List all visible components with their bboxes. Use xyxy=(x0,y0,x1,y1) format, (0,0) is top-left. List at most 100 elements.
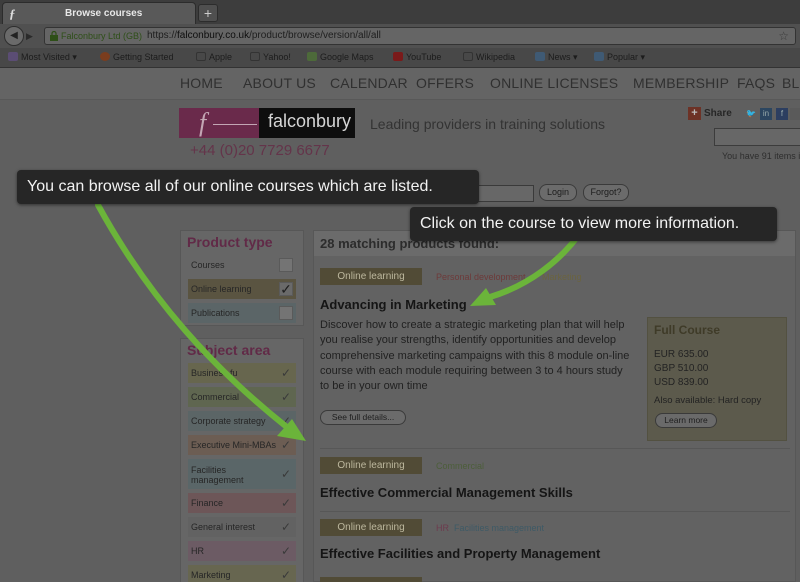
filter-business[interactable]: Business fu ✓ xyxy=(188,363,296,383)
page-icon xyxy=(196,52,206,61)
new-tab-button[interactable]: + xyxy=(198,4,218,22)
navigation-bar: ◀ ▶ Falconbury Ltd (GB) https://falconbu… xyxy=(0,24,800,48)
divider xyxy=(320,448,790,449)
filter-finance[interactable]: Finance ✓ xyxy=(188,493,296,513)
filter-general-interest[interactable]: General interest ✓ xyxy=(188,517,296,537)
checkmark-icon: ✓ xyxy=(280,568,292,582)
product-type-badge: Online learning xyxy=(320,519,422,536)
falconbury-favicon-icon: ƒ xyxy=(9,6,16,21)
checkmark-icon: ✓ xyxy=(280,520,292,534)
url-bar[interactable]: Falconbury Ltd (GB) https://falconbury.c… xyxy=(44,27,796,45)
checkbox-courses[interactable] xyxy=(279,258,293,272)
filter-courses[interactable]: Courses xyxy=(188,255,296,275)
learn-more-button[interactable]: Learn more xyxy=(655,413,717,428)
bookmark-most-visited[interactable]: Most Visited ▾ xyxy=(8,52,77,63)
bookmark-yahoo[interactable]: Yahoo! xyxy=(250,52,291,62)
tab-title: Browse courses xyxy=(65,8,143,19)
share-plus-icon: + xyxy=(688,107,701,120)
browser-chrome: ƒ Browse courses + ◀ ▶ Falconbury Ltd (G… xyxy=(0,0,800,68)
filter-corporate-strategy[interactable]: Corporate strategy ✓ xyxy=(188,411,296,431)
product-title-effective-commercial-management-skills[interactable]: Effective Commercial Management Skills xyxy=(320,485,573,500)
filter-online-learning[interactable]: Online learning ✓ xyxy=(188,279,296,299)
folder-icon xyxy=(535,52,545,61)
twitter-icon[interactable]: 🐦 xyxy=(745,108,757,120)
nav-calendar[interactable]: CALENDAR xyxy=(330,75,408,91)
product-type-title: Product type xyxy=(187,234,273,250)
bookmark-folder-popular[interactable]: Popular ▾ xyxy=(594,52,645,63)
login-button[interactable]: Login xyxy=(539,184,577,201)
folder-icon xyxy=(594,52,604,61)
checkmark-icon: ✓ xyxy=(280,366,292,380)
checkmark-icon: ✓ xyxy=(280,496,292,510)
url-text[interactable]: https://falconbury.co.uk/product/browse/… xyxy=(147,30,381,41)
category-link-hr[interactable]: HR xyxy=(436,523,449,533)
falconbury-logo[interactable]: f falconbury xyxy=(179,108,355,138)
see-full-details-button[interactable]: See full details... xyxy=(320,410,406,425)
category-link-commercial[interactable]: Commercial xyxy=(436,461,484,471)
bookmark-apple[interactable]: Apple xyxy=(196,52,232,62)
product-type-badge-partial xyxy=(320,577,422,582)
subject-area-title: Subject area xyxy=(187,342,271,358)
filter-publications[interactable]: Publications xyxy=(188,303,296,323)
product-title-advancing-in-marketing[interactable]: Advancing in Marketing xyxy=(320,297,467,312)
checkmark-icon: ✓ xyxy=(280,438,292,452)
facebook-icon[interactable]: f xyxy=(776,108,788,120)
bookmark-youtube[interactable]: YouTube xyxy=(393,52,441,62)
site-search-input[interactable] xyxy=(714,128,800,146)
price-title: Full Course xyxy=(654,323,721,337)
forward-button[interactable]: ▶ xyxy=(26,29,42,43)
nav-about-us[interactable]: ABOUT US xyxy=(243,75,316,91)
price-usd: USD 839.00 xyxy=(654,377,709,388)
top-navigation: HOME ABOUT US CALENDAR OFFERS ONLINE LIC… xyxy=(0,68,800,100)
nav-home[interactable]: HOME xyxy=(180,75,223,91)
bookmark-folder-news[interactable]: News ▾ xyxy=(535,52,578,63)
product-type-badge: Online learning xyxy=(320,457,422,474)
filter-marketing[interactable]: Marketing ✓ xyxy=(188,565,296,582)
checkmark-icon: ✓ xyxy=(280,544,292,558)
product-title-effective-facilities-and-property-management[interactable]: Effective Facilities and Property Manage… xyxy=(320,546,600,561)
firefox-icon xyxy=(100,52,110,61)
site-identity[interactable]: Falconbury Ltd (GB) xyxy=(61,31,142,41)
bookmark-list-icon xyxy=(8,52,18,61)
checkbox-publications[interactable] xyxy=(279,306,293,320)
share-button[interactable]: + Share xyxy=(688,107,732,120)
checkmark-icon: ✓ xyxy=(280,467,292,481)
maps-icon xyxy=(307,52,317,61)
filter-hr[interactable]: HR ✓ xyxy=(188,541,296,561)
bookmark-getting-started[interactable]: Getting Started xyxy=(100,52,174,62)
bookmark-star-icon[interactable]: ☆ xyxy=(778,29,789,43)
nav-blog[interactable]: BL xyxy=(782,75,800,91)
phone-number: +44 (0)20 7729 6677 xyxy=(190,142,330,159)
checkmark-icon: ✓ xyxy=(280,390,292,404)
nav-membership[interactable]: MEMBERSHIP xyxy=(633,75,729,91)
category-link-marketing[interactable]: Marketing xyxy=(542,272,582,282)
more-share-icon[interactable] xyxy=(790,108,800,120)
tab-strip: ƒ Browse courses + xyxy=(0,0,800,24)
checkmark-icon: ✓ xyxy=(280,414,292,428)
logo-mark: f xyxy=(199,108,207,137)
divider xyxy=(320,511,790,512)
price-gbp: GBP 510.00 xyxy=(654,363,709,374)
filter-commercial[interactable]: Commercial ✓ xyxy=(188,387,296,407)
forgot-button[interactable]: Forgot? xyxy=(583,184,629,201)
logo-text: falconbury xyxy=(268,111,352,131)
tab-browse-courses[interactable]: ƒ Browse courses xyxy=(2,2,196,24)
category-link-facilities-management[interactable]: Facilities management xyxy=(454,523,544,533)
cart-status: You have 91 items in xyxy=(722,151,800,161)
bookmark-wikipedia[interactable]: Wikipedia xyxy=(463,52,515,62)
filter-executive-mini-mbas[interactable]: Executive Mini-MBAs ✓ xyxy=(188,435,296,455)
nav-online-licenses[interactable]: ONLINE LICENSES xyxy=(490,75,618,91)
bookmark-google-maps[interactable]: Google Maps xyxy=(307,52,374,62)
youtube-icon xyxy=(393,52,403,61)
tagline: Leading providers in training solutions xyxy=(370,116,606,132)
back-button[interactable]: ◀ xyxy=(4,26,24,46)
nav-offers[interactable]: OFFERS xyxy=(416,75,474,91)
linkedin-icon[interactable]: in xyxy=(760,108,772,120)
url-path: /product/browse/version/all/all xyxy=(249,30,381,41)
filter-facilities-management[interactable]: Facilities management ✓ xyxy=(188,459,296,489)
category-link-personal-development[interactable]: Personal development xyxy=(436,272,526,282)
bookmarks-bar: Most Visited ▾ Getting Started Apple Yah… xyxy=(0,48,800,68)
product-type-filter: Product type Courses Online learning ✓ P… xyxy=(180,230,304,326)
nav-faqs[interactable]: FAQS xyxy=(737,75,775,91)
product-description: Discover how to create a strategic marke… xyxy=(320,319,630,393)
